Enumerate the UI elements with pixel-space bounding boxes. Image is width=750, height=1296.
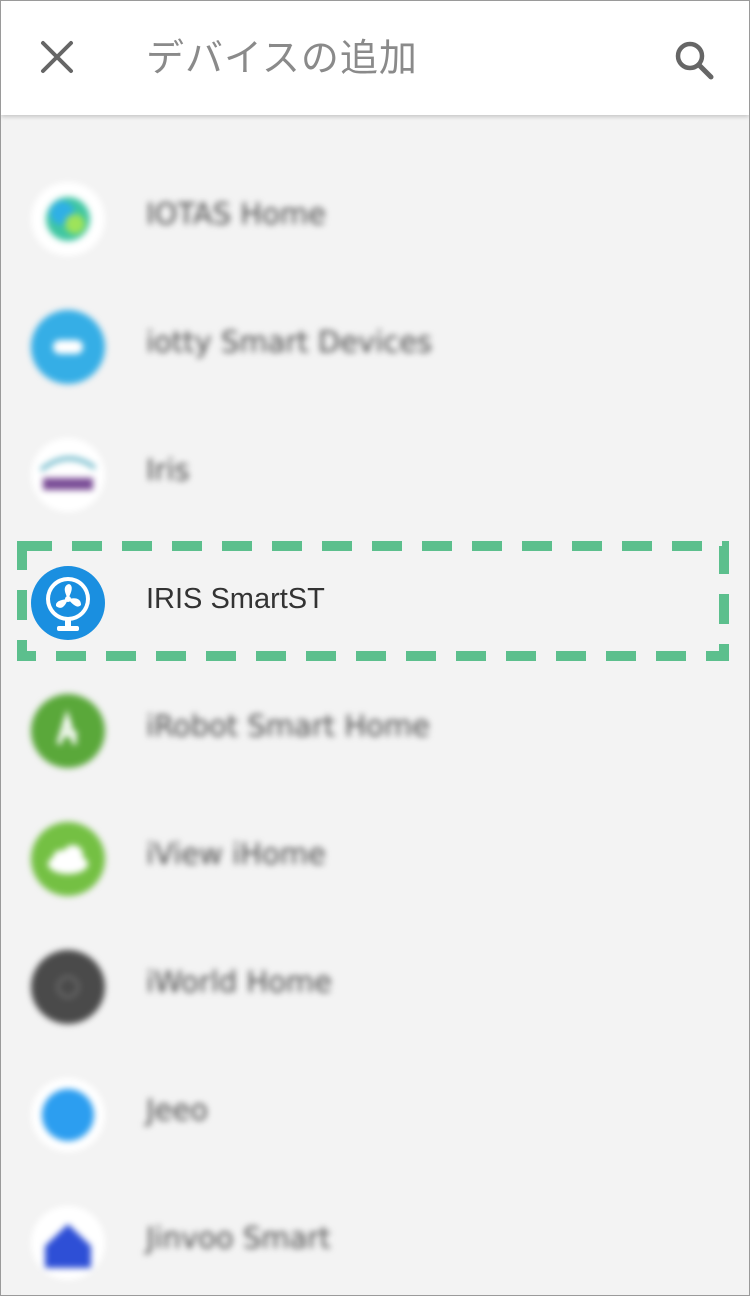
list-item[interactable]: IOTAS Home [1, 155, 749, 283]
iview-cloud-icon [31, 822, 105, 896]
list-item-label: IRIS SmartST [146, 583, 325, 615]
list-item-label: iWorld Home [146, 965, 333, 999]
page-title: デバイスの追加 [146, 36, 418, 80]
device-brand-list[interactable]: IOTAS Home iotty Smart Devices Iris IRIS… [1, 1, 749, 1295]
list-item[interactable]: Jinvoo Smart [1, 1179, 749, 1295]
irobot-logo-icon [31, 694, 105, 768]
iris-logo-icon [31, 438, 105, 512]
list-item-label: IOTAS Home [146, 197, 326, 231]
search-button[interactable] [671, 37, 717, 83]
jeeo-logo-icon [31, 1078, 105, 1152]
list-item-iris-smartst[interactable]: IRIS SmartST [1, 539, 749, 667]
jinvoo-house-icon [31, 1206, 105, 1280]
list-item[interactable]: iotty Smart Devices [1, 283, 749, 411]
list-item-label: iRobot Smart Home [146, 709, 430, 743]
app-screen: IOTAS Home iotty Smart Devices Iris IRIS… [0, 0, 750, 1296]
close-icon [41, 41, 73, 73]
list-item-label: Jinvoo Smart [146, 1221, 331, 1255]
fan-icon [31, 566, 105, 640]
list-item-label: Iris [146, 453, 190, 487]
iotty-logo-icon [31, 310, 105, 384]
list-item-label: Jeeo [146, 1093, 208, 1127]
close-button[interactable] [35, 35, 79, 79]
list-item[interactable]: iView iHome [1, 795, 749, 923]
list-item[interactable]: iWorld Home [1, 923, 749, 1051]
iotas-logo-icon [31, 182, 105, 256]
list-item-label: iView iHome [146, 837, 326, 871]
list-item[interactable]: Jeeo [1, 1051, 749, 1179]
app-header: デバイスの追加 [1, 1, 749, 115]
list-item[interactable]: Iris [1, 411, 749, 539]
search-icon [675, 41, 714, 80]
iworld-logo-icon [31, 950, 105, 1024]
list-item-label: iotty Smart Devices [146, 325, 433, 359]
list-item[interactable]: iRobot Smart Home [1, 667, 749, 795]
